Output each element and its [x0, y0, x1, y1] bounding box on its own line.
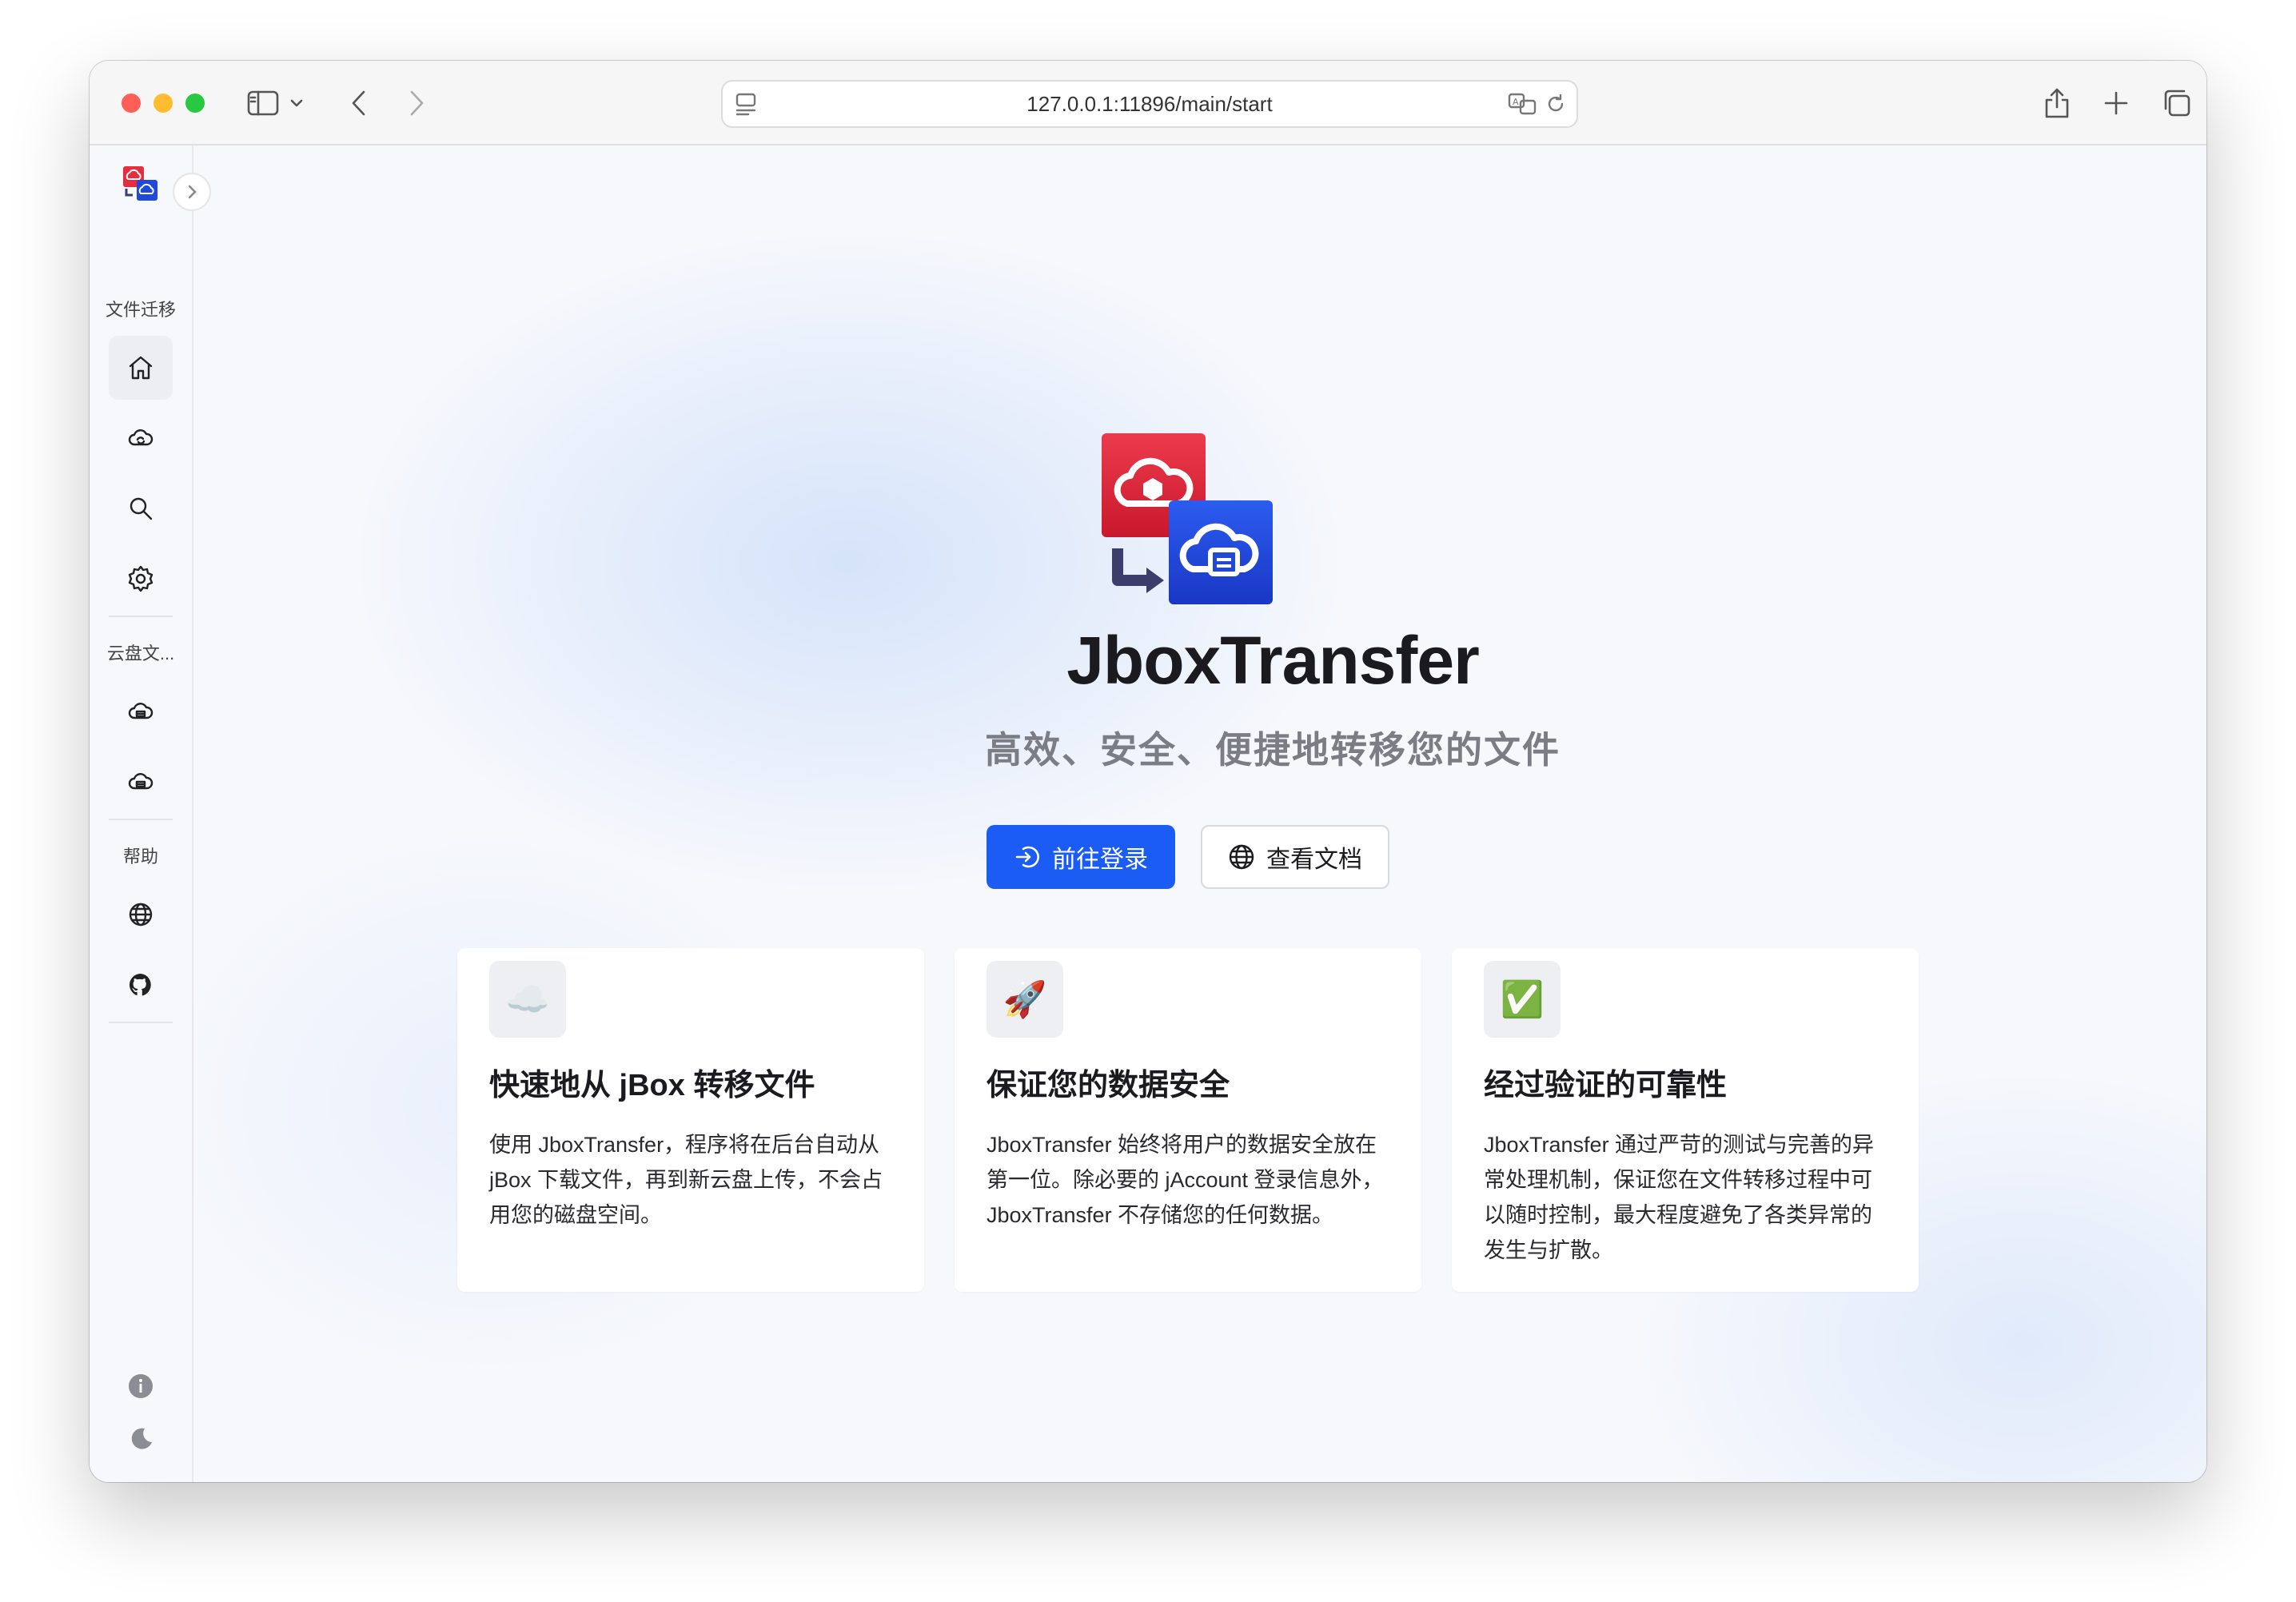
- feature-card-title: 快速地从 jBox 转移文件: [489, 1069, 815, 1102]
- forward-button[interactable]: [397, 83, 436, 123]
- sidebar-item-github[interactable]: [109, 953, 173, 1017]
- rocket-icon: 🚀: [987, 961, 1063, 1038]
- sidebar: 文件迁移 云盘文... 帮助: [90, 145, 211, 1482]
- tab-overview-icon[interactable]: [2157, 83, 2197, 123]
- sidebar-divider: [109, 1022, 173, 1023]
- settings-icon: [128, 565, 153, 592]
- info-icon: [129, 1374, 153, 1398]
- new-tab-icon[interactable]: [2096, 83, 2136, 123]
- back-button[interactable]: [339, 83, 379, 123]
- url-text[interactable]: 127.0.0.1:11896/main/start: [723, 82, 1577, 126]
- user-account-button[interactable]: [109, 1480, 173, 1482]
- sidebar-divider: [109, 616, 173, 617]
- view-docs-button-label: 查看文档: [1266, 847, 1362, 873]
- sidebar-toggle-icon[interactable]: [243, 83, 283, 123]
- sidebar-item-cloud-drive-2[interactable]: [109, 750, 173, 814]
- info-button[interactable]: [109, 1362, 173, 1410]
- address-bar[interactable]: 127.0.0.1:11896/main/start A: [721, 80, 1578, 128]
- cloud-drive-icon: [128, 703, 153, 719]
- sidebar-item-search[interactable]: [109, 476, 173, 540]
- feature-card-title: 保证您的数据安全: [987, 1069, 1230, 1102]
- hero-title: JboxTransfer: [1066, 623, 1480, 698]
- sidebar-item-cloud-drive-1[interactable]: [109, 679, 173, 743]
- home-icon: [129, 356, 153, 380]
- login-icon: [1015, 846, 1039, 868]
- cloud-sync-icon: [128, 429, 153, 446]
- view-docs-button[interactable]: 查看文档: [1201, 825, 1389, 889]
- sidebar-expand-button[interactable]: [173, 173, 211, 211]
- sidebar-item-docs[interactable]: [109, 883, 173, 946]
- feature-card-fast-transfer: ☁️ 快速地从 jBox 转移文件 使用 JboxTransfer，程序将在后台…: [457, 948, 924, 1292]
- minimize-window-button[interactable]: [153, 94, 173, 113]
- cloud-drive-icon: [128, 773, 153, 790]
- feature-card-text: JboxTransfer 通过严苛的测试与完善的异常处理机制，保证您在文件转移过…: [1484, 1133, 1875, 1262]
- feature-card-data-security: 🚀 保证您的数据安全 JboxTransfer 始终将用户的数据安全放在第一位。…: [955, 948, 1421, 1292]
- login-button-label: 前往登录: [1052, 847, 1148, 873]
- moon-icon: [131, 1428, 152, 1449]
- sidebar-item-settings[interactable]: [109, 547, 173, 611]
- cloud-icon: ☁️: [489, 961, 566, 1038]
- sidebar-section-file-migration: 文件迁移: [105, 300, 176, 320]
- sidebar-item-home[interactable]: [109, 336, 173, 400]
- sidebar-item-transfer[interactable]: [109, 406, 173, 470]
- page-content: 文件迁移 云盘文... 帮助 JboxTransfer 高效、安全、便捷地转移您…: [90, 145, 2206, 1482]
- checkmark-icon: ✅: [1484, 961, 1561, 1038]
- browser-window: 127.0.0.1:11896/main/start A 文件迁移 云盘文...…: [90, 61, 2206, 1482]
- feature-card-text: JboxTransfer 始终将用户的数据安全放在第一位。除必要的 jAccou…: [987, 1133, 1384, 1227]
- search-icon: [130, 497, 153, 520]
- sidebar-section-help: 帮助: [122, 847, 158, 867]
- feature-card-title: 经过验证的可靠性: [1484, 1069, 1728, 1102]
- feature-card-text: 使用 JboxTransfer，程序将在后台自动从 jBox 下载文件，再到新云…: [489, 1133, 883, 1227]
- theme-toggle-button[interactable]: [109, 1415, 173, 1463]
- close-window-button[interactable]: [122, 94, 141, 113]
- github-icon: [129, 974, 151, 996]
- hero-subtitle: 高效、安全、便捷地转移您的文件: [985, 729, 1561, 771]
- login-button[interactable]: 前往登录: [987, 825, 1175, 889]
- svg-text:A: A: [1513, 97, 1519, 107]
- reload-icon[interactable]: [1545, 93, 1567, 115]
- sidebar-section-cloud-files: 云盘文...: [106, 644, 175, 664]
- chevron-down-icon[interactable]: [285, 83, 309, 123]
- share-icon[interactable]: [2037, 83, 2077, 123]
- feature-card-reliability: ✅ 经过验证的可靠性 JboxTransfer 通过严苛的测试与完善的异常处理机…: [1452, 948, 1919, 1292]
- browser-toolbar: 127.0.0.1:11896/main/start A: [90, 61, 2206, 145]
- globe-icon: [129, 903, 153, 927]
- translate-icon[interactable]: A: [1508, 91, 1538, 117]
- sidebar-divider: [109, 819, 173, 820]
- app-logo-icon[interactable]: [122, 165, 160, 203]
- globe-icon: [1229, 844, 1254, 870]
- zoom-window-button[interactable]: [185, 94, 205, 113]
- jboxtransfer-logo-icon: [1102, 433, 1273, 604]
